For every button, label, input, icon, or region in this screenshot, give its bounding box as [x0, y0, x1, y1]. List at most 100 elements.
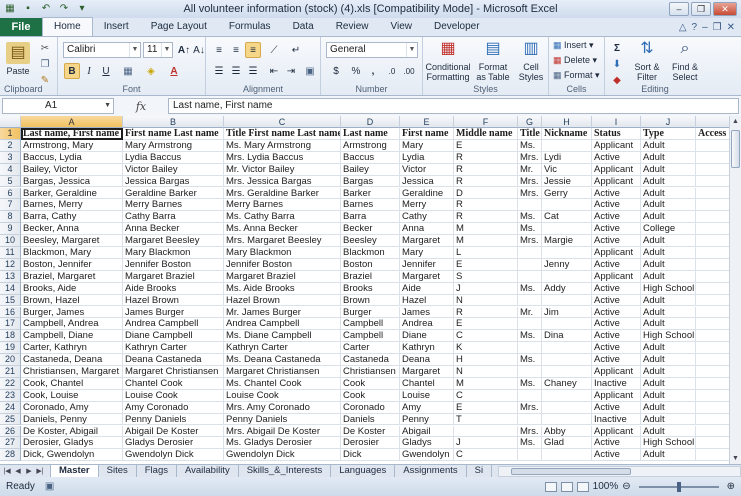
cell[interactable]: Inactive: [592, 413, 641, 426]
cell[interactable]: Becker: [341, 223, 400, 236]
cell[interactable]: Adult: [641, 175, 696, 188]
cell[interactable]: [696, 342, 729, 355]
cell[interactable]: Brown: [341, 294, 400, 307]
header-cell[interactable]: First name Last name: [123, 128, 224, 140]
cell[interactable]: E: [454, 401, 518, 414]
cell[interactable]: Kathryn Carter: [224, 342, 341, 355]
row-header[interactable]: 22: [0, 377, 21, 390]
scroll-up-icon[interactable]: ▲: [730, 116, 741, 127]
italic-button[interactable]: I: [81, 63, 97, 79]
cell[interactable]: Brown, Hazel: [21, 294, 123, 307]
cell[interactable]: Jennifer Boston: [224, 258, 341, 271]
cell[interactable]: Derosier: [341, 437, 400, 450]
cell[interactable]: [696, 247, 729, 259]
sheet-tab[interactable]: Sites: [99, 464, 137, 478]
redo-icon[interactable]: ↷: [58, 3, 70, 15]
shrink-font-icon[interactable]: A↓: [191, 42, 207, 58]
cell[interactable]: Adult: [641, 258, 696, 271]
column-header[interactable]: B: [123, 116, 224, 128]
cell[interactable]: Merry Barnes: [123, 199, 224, 212]
column-header[interactable]: [696, 116, 729, 128]
cell[interactable]: Mary: [400, 247, 454, 259]
workbook-close-icon[interactable]: ✕: [727, 22, 735, 33]
cell[interactable]: Boston: [341, 258, 400, 271]
cell[interactable]: Diane: [400, 330, 454, 343]
cell[interactable]: [696, 235, 729, 247]
cell[interactable]: Ms.: [518, 354, 542, 366]
cell[interactable]: Beesley: [341, 235, 400, 247]
zoom-slider[interactable]: [638, 481, 719, 492]
cell[interactable]: [542, 366, 592, 378]
cell[interactable]: Kathryn: [400, 342, 454, 355]
cell[interactable]: Jessica: [400, 175, 454, 188]
font-size-select[interactable]: 11 ▼: [143, 42, 173, 58]
cell[interactable]: R: [454, 163, 518, 176]
cell[interactable]: Cathy Barra: [123, 211, 224, 224]
cell[interactable]: Adult: [641, 425, 696, 438]
cell[interactable]: Becker, Anna: [21, 223, 123, 236]
cell[interactable]: Merry Barnes: [224, 199, 341, 212]
cell[interactable]: Adult: [641, 187, 696, 200]
cell[interactable]: [696, 271, 729, 283]
row-header[interactable]: 9: [0, 223, 21, 236]
sheet-tab[interactable]: Languages: [331, 464, 396, 478]
cell[interactable]: Active: [592, 199, 641, 212]
cell[interactable]: Adult: [641, 342, 696, 355]
cell[interactable]: Daniels, Penny: [21, 413, 123, 426]
cell[interactable]: Adult: [641, 389, 696, 402]
cell[interactable]: Campbell: [341, 330, 400, 343]
orientation-icon[interactable]: ⟋: [266, 42, 282, 58]
cell[interactable]: De Koster, Abigail: [21, 425, 123, 438]
cell[interactable]: Adult: [641, 247, 696, 259]
cell[interactable]: Louise: [400, 389, 454, 402]
autosum-button[interactable]: Σ: [609, 40, 625, 56]
cell[interactable]: Applicant: [592, 270, 641, 283]
cell[interactable]: Christiansen, Margaret: [21, 366, 123, 378]
cell[interactable]: Andrea Campbell: [224, 318, 341, 331]
tab-insert[interactable]: Insert: [93, 18, 140, 36]
cell[interactable]: Deana Castaneda: [123, 354, 224, 366]
cell[interactable]: Cathy: [400, 211, 454, 224]
cell[interactable]: Barnes, Merry: [21, 199, 123, 212]
row-header[interactable]: 15: [0, 294, 21, 307]
cell[interactable]: J: [454, 437, 518, 450]
cell[interactable]: Ms.: [518, 437, 542, 450]
cell[interactable]: Ms. Aide Brooks: [224, 282, 341, 295]
cell[interactable]: Mary Armstrong: [123, 139, 224, 152]
cell[interactable]: Mrs. Geraldine Barker: [224, 187, 341, 200]
underline-button[interactable]: U: [98, 63, 114, 79]
merge-center-icon[interactable]: ▣: [302, 63, 318, 79]
header-cell[interactable]: Last name, First name: [21, 128, 123, 140]
cell[interactable]: Gerry: [542, 187, 592, 200]
cell[interactable]: Ms. Deana Castaneda: [224, 354, 341, 366]
cell[interactable]: Cook, Louise: [21, 389, 123, 402]
percent-button[interactable]: %: [348, 63, 364, 79]
header-cell[interactable]: Last name: [341, 128, 400, 140]
row-header[interactable]: 13: [0, 270, 21, 283]
cell[interactable]: [696, 307, 729, 319]
cell[interactable]: Glad: [542, 437, 592, 450]
header-cell[interactable]: Access: [696, 128, 729, 140]
cell[interactable]: [518, 270, 542, 283]
currency-button[interactable]: $: [328, 63, 344, 79]
cell[interactable]: Aide: [400, 282, 454, 295]
cell[interactable]: Ms.: [518, 330, 542, 343]
cell[interactable]: Hazel: [400, 294, 454, 307]
cell[interactable]: Mr.: [518, 306, 542, 319]
cell[interactable]: [542, 294, 592, 307]
cell[interactable]: E: [454, 318, 518, 331]
cell[interactable]: Louise Cook: [123, 389, 224, 402]
cell[interactable]: C: [454, 330, 518, 343]
cell[interactable]: [696, 402, 729, 414]
cell[interactable]: Penny: [400, 413, 454, 426]
cell[interactable]: Active: [592, 211, 641, 224]
fill-icon[interactable]: ⬇: [609, 56, 625, 72]
cell[interactable]: N: [454, 366, 518, 378]
cell[interactable]: Anna: [400, 223, 454, 236]
cell[interactable]: [696, 318, 729, 331]
cell[interactable]: Jim: [542, 306, 592, 319]
cell[interactable]: [518, 247, 542, 259]
cell[interactable]: [542, 199, 592, 212]
cell[interactable]: High School: [641, 282, 696, 295]
cell[interactable]: Adult: [641, 401, 696, 414]
